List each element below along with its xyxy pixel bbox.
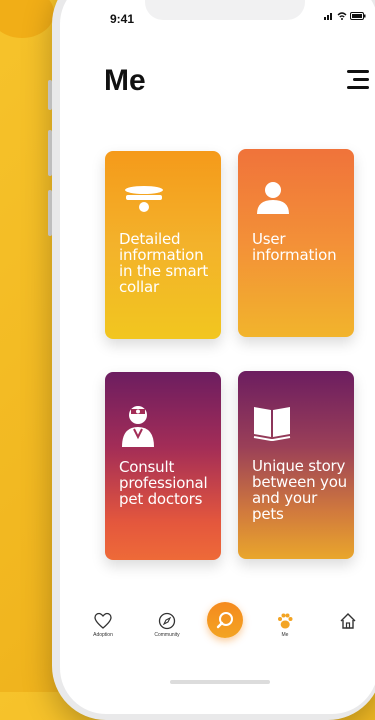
user-icon <box>257 182 289 214</box>
book-icon <box>253 407 291 441</box>
tab-adoption[interactable]: Adoption <box>78 612 128 638</box>
tab-me[interactable]: Me <box>260 612 310 638</box>
card-label: Consult professional pet doctors <box>119 458 208 508</box>
page-title: Me <box>104 64 146 97</box>
wifi-icon <box>337 12 347 20</box>
card-label: User information <box>252 230 337 264</box>
phone-notch <box>145 0 305 20</box>
tab-label: Me <box>281 632 289 638</box>
card-pet-doctors[interactable]: Consult professional pet doctors <box>105 372 221 560</box>
card-label: Detailed information in the smart collar <box>119 230 209 296</box>
card-collar-info[interactable]: Detailed information in the smart collar <box>105 151 221 339</box>
card-label: Unique story between you and your pets <box>252 457 347 523</box>
collar-icon <box>125 186 163 212</box>
status-icons <box>324 12 366 20</box>
search-icon <box>216 612 233 629</box>
tab-community[interactable]: Community <box>142 612 192 638</box>
home-icon <box>340 613 356 629</box>
status-time: 9:41 <box>110 12 135 26</box>
home-indicator <box>170 680 270 684</box>
compass-icon <box>158 612 176 630</box>
search-button[interactable] <box>207 602 243 638</box>
tab-label: Adoption <box>93 632 113 638</box>
doctor-icon <box>122 406 154 447</box>
card-user-info[interactable]: User information <box>238 149 354 337</box>
tab-home[interactable] <box>323 612 373 632</box>
heart-icon <box>94 612 112 629</box>
signal-icon <box>324 13 332 20</box>
battery-icon <box>350 12 366 20</box>
hamburger-menu-icon[interactable] <box>343 70 369 92</box>
tab-label: Community <box>154 632 180 638</box>
background-blob <box>0 0 54 38</box>
card-pet-story[interactable]: Unique story between you and your pets <box>238 371 354 559</box>
paw-icon <box>278 613 293 629</box>
